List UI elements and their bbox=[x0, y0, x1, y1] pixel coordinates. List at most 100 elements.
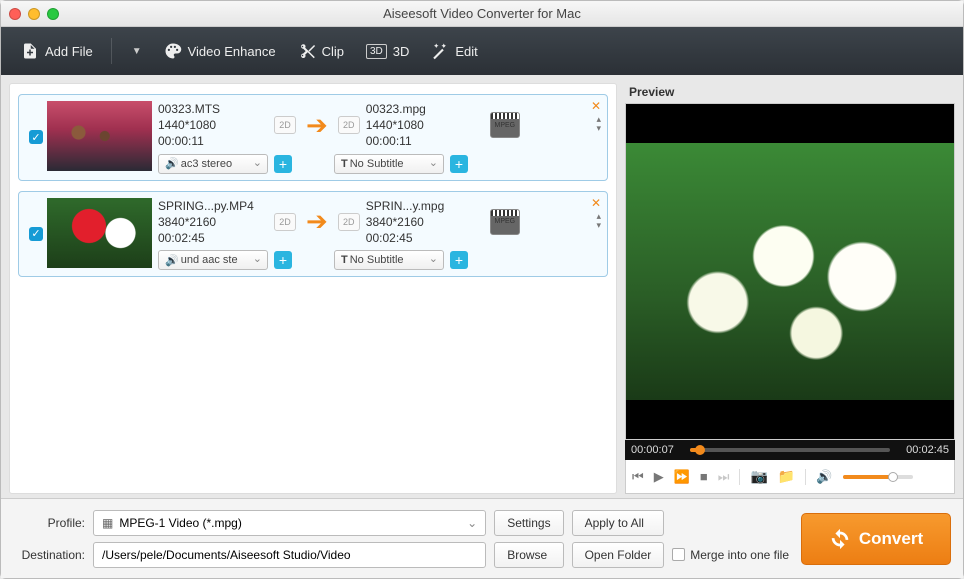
source-2d-badge: 2D bbox=[274, 116, 296, 134]
profile-label: Profile: bbox=[13, 516, 85, 530]
merge-checkbox[interactable]: Merge into one file bbox=[672, 548, 789, 562]
source-filename: 00323.MTS bbox=[158, 101, 268, 117]
open-snapshot-folder-button[interactable]: 📁 bbox=[778, 468, 795, 485]
format-icon[interactable]: MPEG bbox=[490, 209, 520, 235]
titlebar: Aiseesoft Video Converter for Mac bbox=[1, 1, 963, 27]
convert-label: Convert bbox=[859, 529, 923, 549]
output-filename: 00323.mpg bbox=[366, 101, 476, 117]
preview-seek-slider[interactable] bbox=[690, 448, 890, 452]
source-info: 00323.MTS 1440*1080 00:00:11 bbox=[158, 101, 268, 150]
snapshot-button[interactable]: 📷 bbox=[750, 468, 767, 485]
apply-to-all-button[interactable]: Apply to All bbox=[572, 510, 665, 536]
add-subtitle-button[interactable]: + bbox=[450, 251, 468, 269]
preview-panel: Preview 00:00:07 00:02:45 ⏮ ▶ ⏩ ■ ⏭ 📷 📁 … bbox=[625, 83, 955, 494]
stop-button[interactable]: ■ bbox=[700, 469, 708, 484]
edit-button[interactable]: Edit bbox=[423, 36, 485, 66]
audio-track-dropdown[interactable]: 🔊ac3 stereo bbox=[158, 154, 268, 174]
video-enhance-button[interactable]: Video Enhance bbox=[156, 36, 284, 66]
add-file-button[interactable]: Add File bbox=[13, 36, 101, 66]
remove-item-button[interactable]: ✕ bbox=[591, 196, 601, 210]
source-duration: 00:02:45 bbox=[158, 230, 268, 246]
format-icon[interactable]: MPEG bbox=[490, 112, 520, 138]
output-filename: SPRIN...y.mpg bbox=[366, 198, 476, 214]
next-button[interactable]: ⏭ bbox=[718, 469, 730, 485]
add-subtitle-button[interactable]: + bbox=[450, 155, 468, 173]
subtitle-dropdown[interactable]: TNo Subtitle bbox=[334, 250, 444, 270]
video-thumbnail[interactable] bbox=[47, 101, 152, 171]
subtitle-value: No Subtitle bbox=[350, 158, 404, 170]
preview-time-total: 00:02:45 bbox=[906, 444, 949, 456]
reorder-handle[interactable]: ▴▾ bbox=[596, 115, 601, 133]
output-duration: 00:02:45 bbox=[366, 230, 476, 246]
subtitle-value: No Subtitle bbox=[350, 254, 404, 266]
three-d-label: 3D bbox=[393, 44, 410, 59]
merge-checkbox-box[interactable] bbox=[672, 548, 685, 561]
output-duration: 00:00:11 bbox=[366, 133, 476, 149]
edit-label: Edit bbox=[455, 44, 477, 59]
output-2d-badge: 2D bbox=[338, 213, 360, 231]
volume-icon[interactable]: 🔊 bbox=[816, 469, 832, 485]
prev-button[interactable]: ⏮ bbox=[632, 469, 644, 485]
bottom-bar: Profile: MPEG-1 Video (*.mpg) Settings A… bbox=[1, 498, 963, 578]
output-2d-badge: 2D bbox=[338, 116, 360, 134]
item-checkbox[interactable]: ✓ bbox=[29, 227, 43, 241]
profile-value: MPEG-1 Video (*.mpg) bbox=[119, 516, 242, 530]
browse-button[interactable]: Browse bbox=[494, 542, 563, 568]
add-file-label: Add File bbox=[45, 44, 93, 59]
open-folder-button[interactable]: Open Folder bbox=[572, 542, 665, 568]
merge-label: Merge into one file bbox=[690, 548, 789, 562]
source-2d-badge: 2D bbox=[274, 213, 296, 231]
preview-video[interactable] bbox=[625, 103, 955, 440]
clip-label: Clip bbox=[322, 44, 344, 59]
preview-label: Preview bbox=[625, 83, 955, 103]
preview-frame bbox=[626, 143, 954, 401]
clip-button[interactable]: Clip bbox=[290, 36, 352, 66]
audio-track-dropdown[interactable]: 🔊und aac ste bbox=[158, 250, 268, 270]
item-checkbox[interactable]: ✓ bbox=[29, 130, 43, 144]
audio-value: ac3 stereo bbox=[181, 158, 232, 170]
output-resolution: 1440*1080 bbox=[366, 117, 476, 133]
arrow-right-icon: ➔ bbox=[306, 110, 328, 141]
video-enhance-label: Video Enhance bbox=[188, 44, 276, 59]
three-d-icon: 3D bbox=[366, 44, 387, 59]
subtitle-dropdown[interactable]: TNo Subtitle bbox=[334, 154, 444, 174]
zoom-window-button[interactable] bbox=[47, 8, 59, 20]
close-window-button[interactable] bbox=[9, 8, 21, 20]
output-info: SPRIN...y.mpg 3840*2160 00:02:45 bbox=[366, 198, 476, 247]
add-file-icon bbox=[21, 42, 39, 60]
play-button[interactable]: ▶ bbox=[654, 469, 664, 485]
wand-icon bbox=[431, 42, 449, 60]
destination-label: Destination: bbox=[13, 548, 85, 562]
toolbar: Add File ▼ Video Enhance Clip 3D 3D Edit bbox=[1, 27, 963, 75]
file-list: ✕ ▴▾ ✓ 00323.MTS 1440*1080 00:00:11 2D ➔… bbox=[9, 83, 617, 494]
add-audio-button[interactable]: + bbox=[274, 251, 292, 269]
file-item[interactable]: ✕ ▴▾ ✓ SPRING...py.MP4 3840*2160 00:02:4… bbox=[18, 191, 608, 278]
source-resolution: 1440*1080 bbox=[158, 117, 268, 133]
reorder-handle[interactable]: ▴▾ bbox=[596, 212, 601, 230]
output-resolution: 3840*2160 bbox=[366, 214, 476, 230]
source-resolution: 3840*2160 bbox=[158, 214, 268, 230]
convert-icon bbox=[829, 528, 851, 550]
arrow-right-icon: ➔ bbox=[306, 206, 328, 237]
preview-time-current: 00:00:07 bbox=[631, 444, 674, 456]
destination-value: /Users/pele/Documents/Aiseesoft Studio/V… bbox=[102, 548, 351, 562]
audio-value: und aac ste bbox=[181, 254, 238, 266]
fast-forward-button[interactable]: ⏩ bbox=[674, 469, 690, 485]
remove-item-button[interactable]: ✕ bbox=[591, 99, 601, 113]
minimize-window-button[interactable] bbox=[28, 8, 40, 20]
convert-button[interactable]: Convert bbox=[801, 513, 951, 565]
destination-input[interactable]: /Users/pele/Documents/Aiseesoft Studio/V… bbox=[93, 542, 486, 568]
source-filename: SPRING...py.MP4 bbox=[158, 198, 268, 214]
add-audio-button[interactable]: + bbox=[274, 155, 292, 173]
file-item[interactable]: ✕ ▴▾ ✓ 00323.MTS 1440*1080 00:00:11 2D ➔… bbox=[18, 94, 608, 181]
source-info: SPRING...py.MP4 3840*2160 00:02:45 bbox=[158, 198, 268, 247]
settings-button[interactable]: Settings bbox=[494, 510, 563, 536]
add-file-dropdown[interactable]: ▼ bbox=[122, 40, 150, 63]
output-info: 00323.mpg 1440*1080 00:00:11 bbox=[366, 101, 476, 150]
video-thumbnail[interactable] bbox=[47, 198, 152, 268]
volume-slider[interactable] bbox=[843, 475, 913, 479]
window-title: Aiseesoft Video Converter for Mac bbox=[1, 6, 963, 21]
palette-icon bbox=[164, 42, 182, 60]
profile-dropdown[interactable]: MPEG-1 Video (*.mpg) bbox=[93, 510, 486, 536]
three-d-button[interactable]: 3D 3D bbox=[358, 38, 417, 65]
